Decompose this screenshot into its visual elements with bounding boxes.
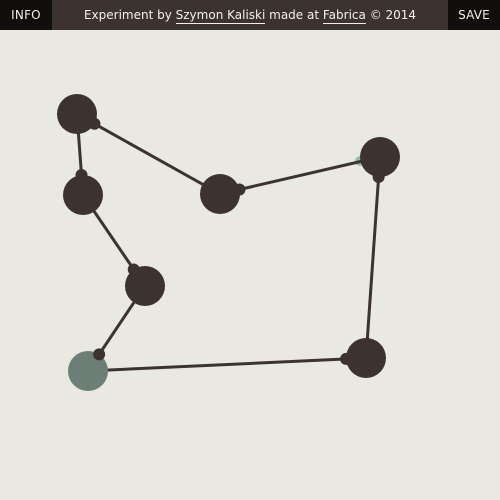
credits-suffix: © 2014 (365, 8, 417, 22)
graph-node[interactable] (346, 338, 386, 378)
info-button[interactable]: INFO (0, 0, 52, 30)
edge-handle[interactable] (75, 169, 88, 182)
graph-svg[interactable] (0, 30, 500, 500)
graph-edge (87, 356, 367, 373)
edge-handle[interactable] (88, 117, 101, 130)
edge-handle[interactable] (93, 348, 106, 361)
credits-middle: made at (265, 8, 323, 22)
edge-handle[interactable] (340, 352, 353, 365)
save-button[interactable]: SAVE (448, 0, 500, 30)
top-bar: INFO Experiment by Szymon Kaliski made a… (0, 0, 500, 30)
graph-node[interactable] (200, 174, 240, 214)
edge-handle[interactable] (372, 170, 385, 183)
graph-node[interactable] (63, 175, 103, 215)
author-link[interactable]: Szymon Kaliski (175, 8, 266, 24)
graph-node[interactable] (360, 137, 400, 177)
studio-link[interactable]: Fabrica (322, 8, 366, 24)
edge-handle[interactable] (233, 183, 246, 196)
drawing-canvas[interactable] (0, 30, 500, 500)
credits-text: Experiment by Szymon Kaliski made at Fab… (52, 8, 448, 24)
edge-handle[interactable] (127, 263, 140, 276)
graph-edge (364, 156, 382, 359)
credits-prefix: Experiment by (83, 8, 176, 22)
